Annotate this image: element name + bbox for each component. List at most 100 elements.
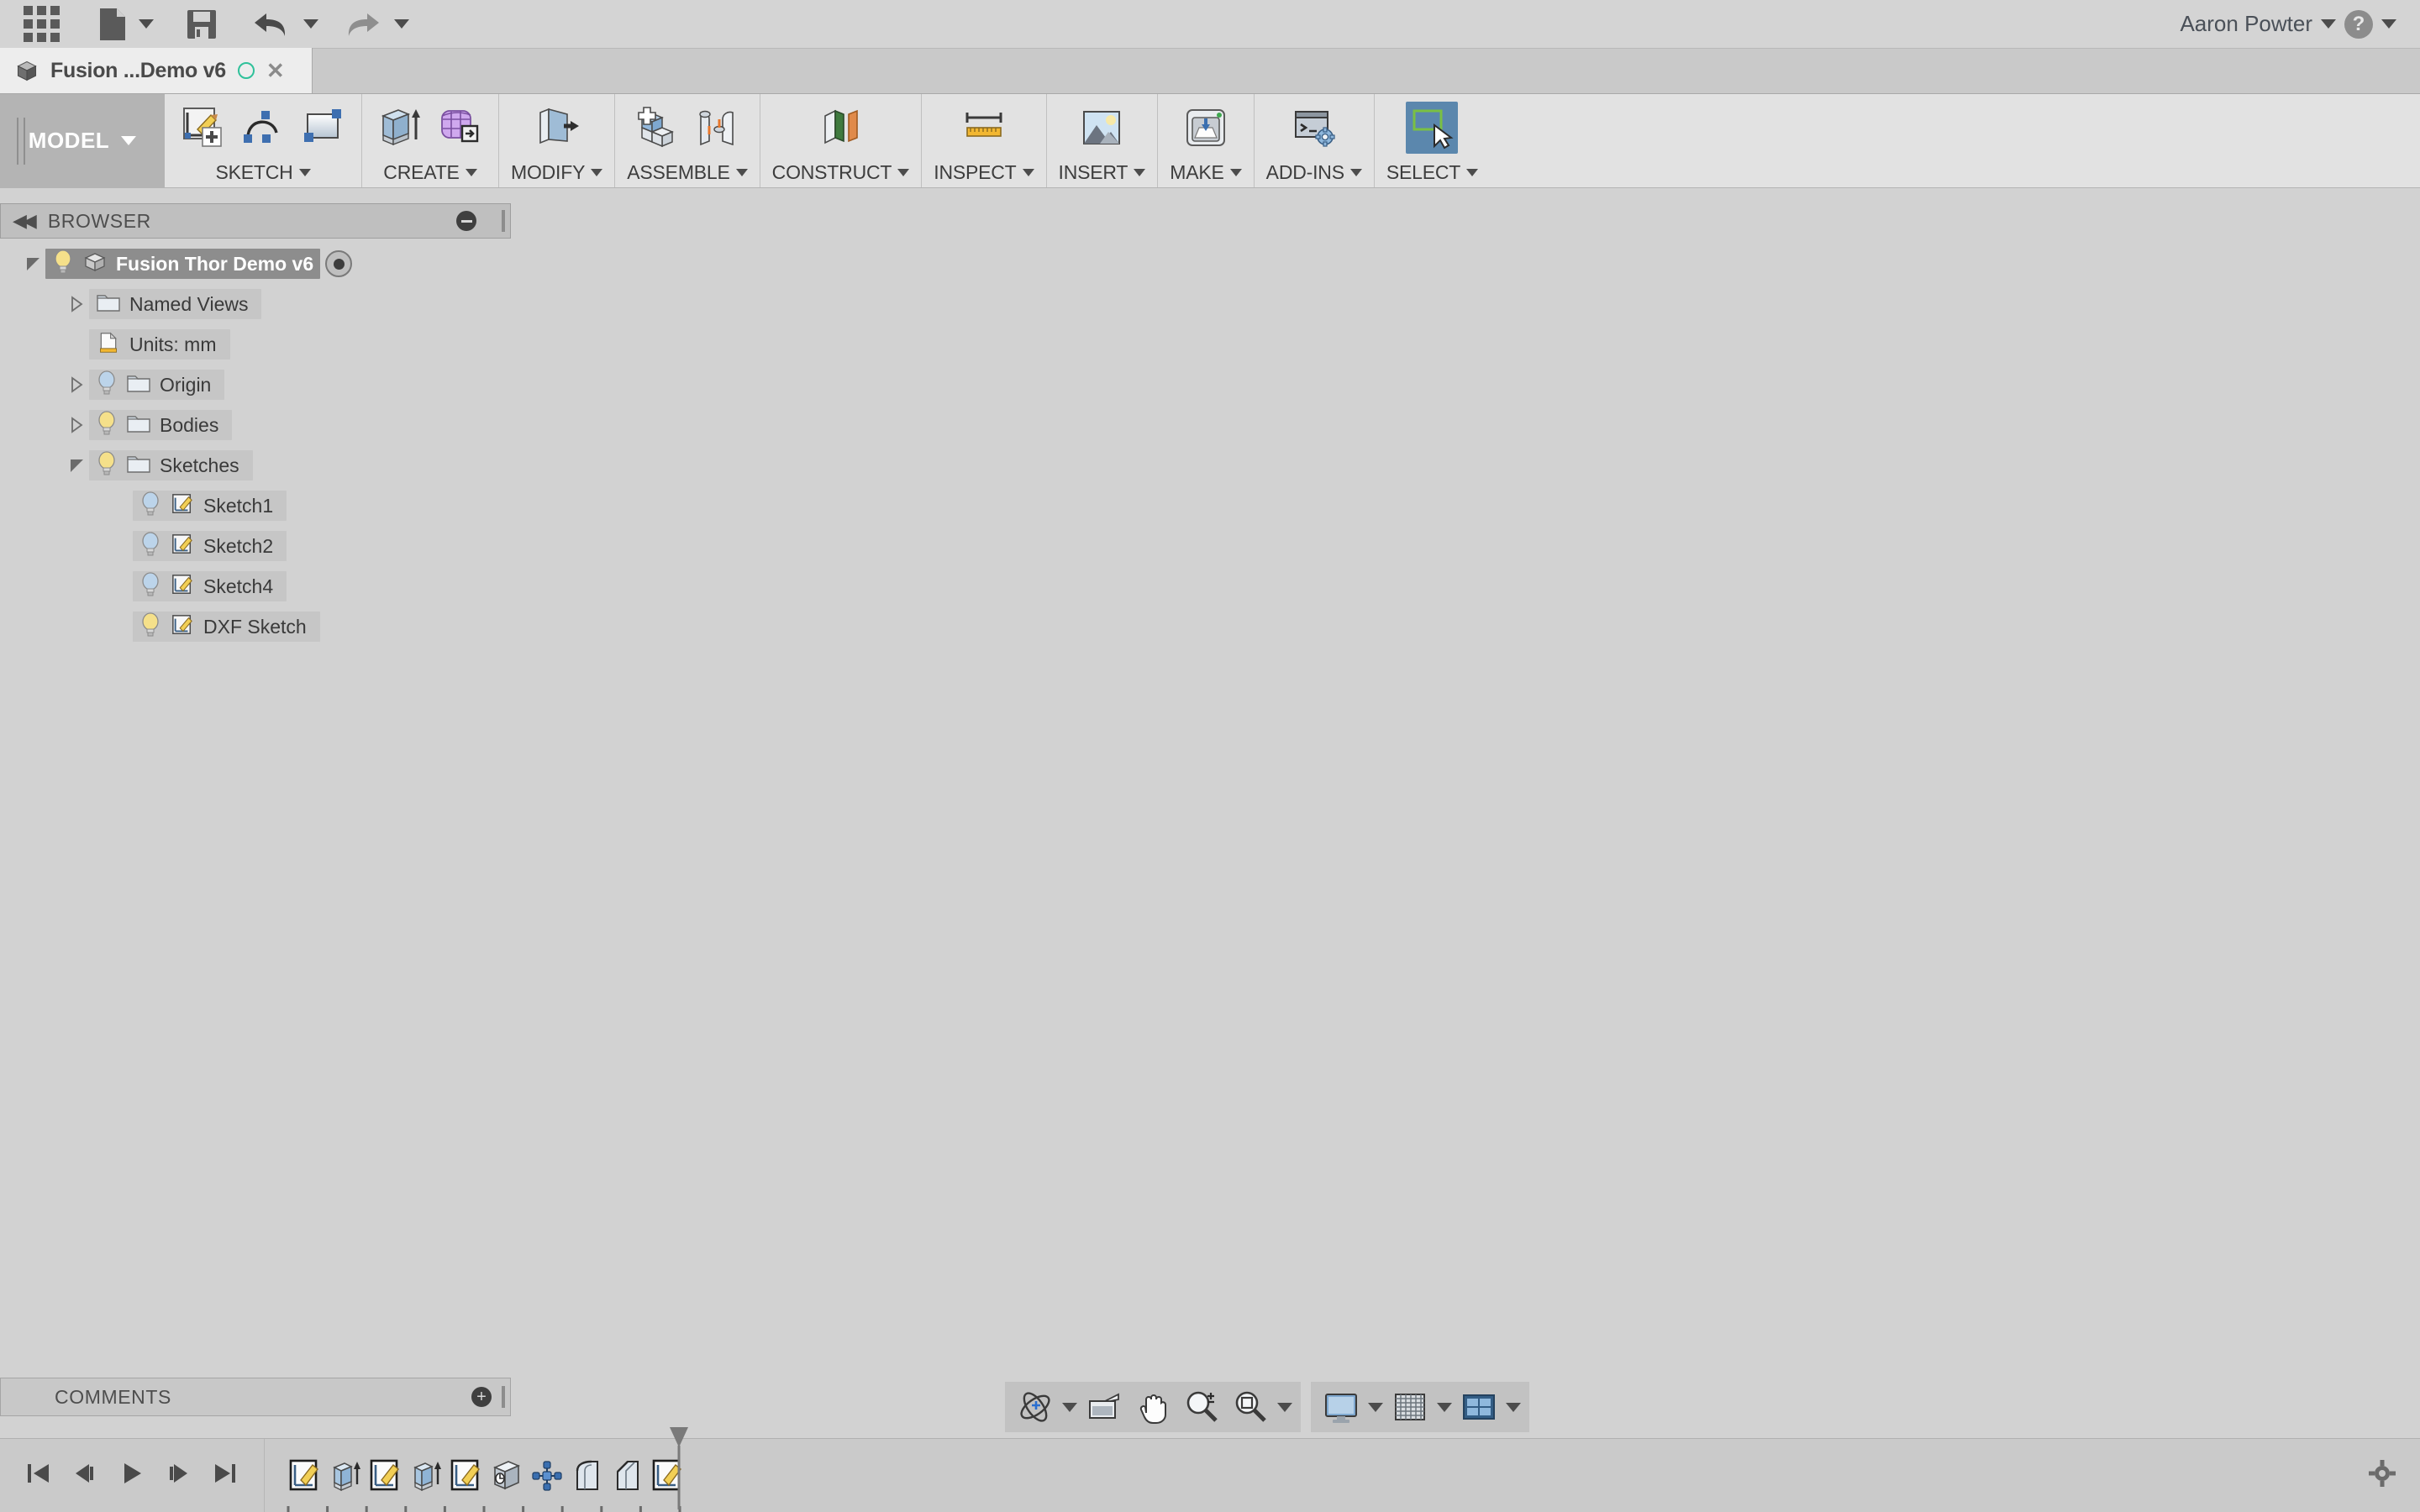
tree-item-pill[interactable]: DXF Sketch: [133, 612, 320, 642]
ribbon-group-inspect-label[interactable]: INSPECT: [934, 158, 1034, 186]
expand-toggle-icon[interactable]: [64, 296, 89, 312]
ribbon-group-sketch-label[interactable]: SKETCH: [215, 158, 311, 186]
create-sketch-icon[interactable]: [176, 102, 229, 154]
help-menu-caret[interactable]: [2381, 19, 2396, 29]
rectangle-icon[interactable]: [297, 102, 350, 154]
orbit-icon[interactable]: [1013, 1385, 1057, 1429]
undo-caret[interactable]: [303, 19, 318, 29]
ribbon-group-make-label[interactable]: MAKE: [1170, 158, 1242, 186]
tree-item-units-mm[interactable]: Units: mm: [0, 324, 511, 365]
tree-item-pill[interactable]: Named Views: [89, 289, 262, 319]
ribbon-group-select-label[interactable]: SELECT: [1386, 158, 1479, 186]
help-icon[interactable]: ?: [2344, 9, 2373, 39]
step-forward-icon[interactable]: [165, 1459, 193, 1492]
press-pull-icon[interactable]: [531, 102, 583, 154]
tree-item-sketch1[interactable]: Sketch1: [0, 486, 511, 526]
select-caret[interactable]: [1466, 168, 1479, 176]
offset-plane-icon[interactable]: [814, 102, 866, 154]
inspect-caret[interactable]: [1022, 168, 1034, 176]
tree-item-pill[interactable]: Sketch2: [133, 531, 287, 561]
joint-icon[interactable]: [692, 102, 744, 154]
new-component-icon[interactable]: [631, 102, 683, 154]
timeline-settings-icon[interactable]: [2368, 1459, 2396, 1492]
panel-resize-grip[interactable]: [502, 210, 505, 232]
app-grid-icon[interactable]: [15, 5, 68, 44]
go-to-beginning-icon[interactable]: [24, 1459, 52, 1492]
user-name-label[interactable]: Aaron Powter: [2180, 11, 2312, 37]
measure-icon[interactable]: [958, 102, 1010, 154]
extrude-feature-icon[interactable]: [325, 1456, 366, 1496]
tree-item-pill[interactable]: Origin: [89, 370, 225, 400]
new-file-caret[interactable]: [139, 19, 154, 29]
extrude-icon[interactable]: [374, 102, 426, 154]
visibility-bulb-on-icon[interactable]: [96, 450, 118, 480]
step-back-icon[interactable]: [71, 1459, 99, 1492]
create-caret[interactable]: [465, 168, 477, 176]
display-settings-icon[interactable]: [1319, 1385, 1363, 1429]
zoom-icon[interactable]: [1180, 1385, 1223, 1429]
visibility-bulb-off-icon[interactable]: [96, 370, 118, 400]
redo-caret[interactable]: [394, 19, 409, 29]
viewports-caret[interactable]: [1506, 1402, 1521, 1412]
visibility-bulb-off-icon[interactable]: [139, 531, 161, 561]
insert-caret[interactable]: [1134, 168, 1146, 176]
zoom-caret[interactable]: [1277, 1402, 1292, 1412]
expand-toggle-icon[interactable]: [64, 417, 89, 433]
activate-component-radio[interactable]: [325, 250, 353, 277]
workspace-caret[interactable]: [121, 136, 137, 145]
look-at-icon[interactable]: [1082, 1385, 1126, 1429]
user-menu-caret[interactable]: [2321, 19, 2336, 29]
grid-snaps-icon[interactable]: [1388, 1385, 1432, 1429]
tree-item-origin[interactable]: Origin: [0, 365, 511, 405]
timeline-end-marker[interactable]: [666, 1425, 692, 1512]
chamfer-feature-icon[interactable]: [608, 1456, 648, 1496]
visibility-bulb-on-icon[interactable]: [52, 249, 74, 279]
ribbon-group-construct-label[interactable]: CONSTRUCT: [772, 158, 910, 186]
sketch-feature-icon[interactable]: [366, 1456, 406, 1496]
insert-image-icon[interactable]: [1076, 102, 1128, 154]
tree-item-sketch4[interactable]: Sketch4: [0, 566, 511, 606]
close-tab-icon[interactable]: ✕: [266, 60, 285, 81]
save-button[interactable]: [162, 5, 226, 44]
expand-toggle-icon[interactable]: [64, 376, 89, 393]
spline-icon[interactable]: [237, 102, 289, 154]
viewports-icon[interactable]: [1457, 1385, 1501, 1429]
tree-item-pill[interactable]: Fusion Thor Demo v6: [45, 249, 321, 279]
tree-item-pill[interactable]: Sketches: [89, 450, 253, 480]
fillet-feature-icon[interactable]: [567, 1456, 608, 1496]
workspace-switcher[interactable]: MODEL: [0, 94, 165, 187]
collapse-toggle-icon[interactable]: [64, 459, 89, 472]
assemble-caret[interactable]: [735, 168, 748, 176]
fit-icon[interactable]: [1228, 1385, 1272, 1429]
document-tab[interactable]: Fusion ...Demo v6 ✕: [0, 48, 313, 93]
ribbon-group-insert-label[interactable]: INSERT: [1059, 158, 1146, 186]
play-icon[interactable]: [118, 1459, 146, 1492]
tree-item-pill[interactable]: Sketch4: [133, 571, 287, 601]
extrude-feature-icon[interactable]: [406, 1456, 446, 1496]
collapse-toggle-icon[interactable]: [20, 257, 45, 270]
construct-caret[interactable]: [897, 168, 910, 176]
tree-item-pill[interactable]: Bodies: [89, 410, 233, 440]
collapse-all-icon[interactable]: [456, 211, 476, 231]
collapse-panel-icon[interactable]: ◀◀: [13, 212, 37, 230]
sketch-feature-icon[interactable]: [446, 1456, 487, 1496]
tree-item-fusion-thor-demo-v6[interactable]: Fusion Thor Demo v6: [0, 244, 511, 284]
modify-caret[interactable]: [591, 168, 603, 176]
sketch-caret[interactable]: [298, 168, 311, 176]
tree-item-pill[interactable]: Sketch1: [133, 491, 287, 521]
new-file-button[interactable]: [68, 5, 162, 44]
visibility-bulb-on-icon[interactable]: [96, 410, 118, 440]
comments-resize-grip[interactable]: [502, 1386, 505, 1408]
shell-feature-icon[interactable]: [487, 1456, 527, 1496]
select-window-icon[interactable]: [1406, 102, 1459, 154]
visibility-bulb-off-icon[interactable]: [139, 491, 161, 521]
go-to-end-icon[interactable]: [212, 1459, 240, 1492]
3d-print-icon[interactable]: [1180, 102, 1232, 154]
tree-item-bodies[interactable]: Bodies: [0, 405, 511, 445]
display-caret[interactable]: [1368, 1402, 1383, 1412]
add-comment-icon[interactable]: +: [471, 1387, 492, 1407]
ribbon-group-modify-label[interactable]: MODIFY: [511, 158, 603, 186]
tree-item-dxf-sketch[interactable]: DXF Sketch: [0, 606, 511, 647]
visibility-bulb-on-icon[interactable]: [139, 612, 161, 642]
tree-item-named-views[interactable]: Named Views: [0, 284, 511, 324]
